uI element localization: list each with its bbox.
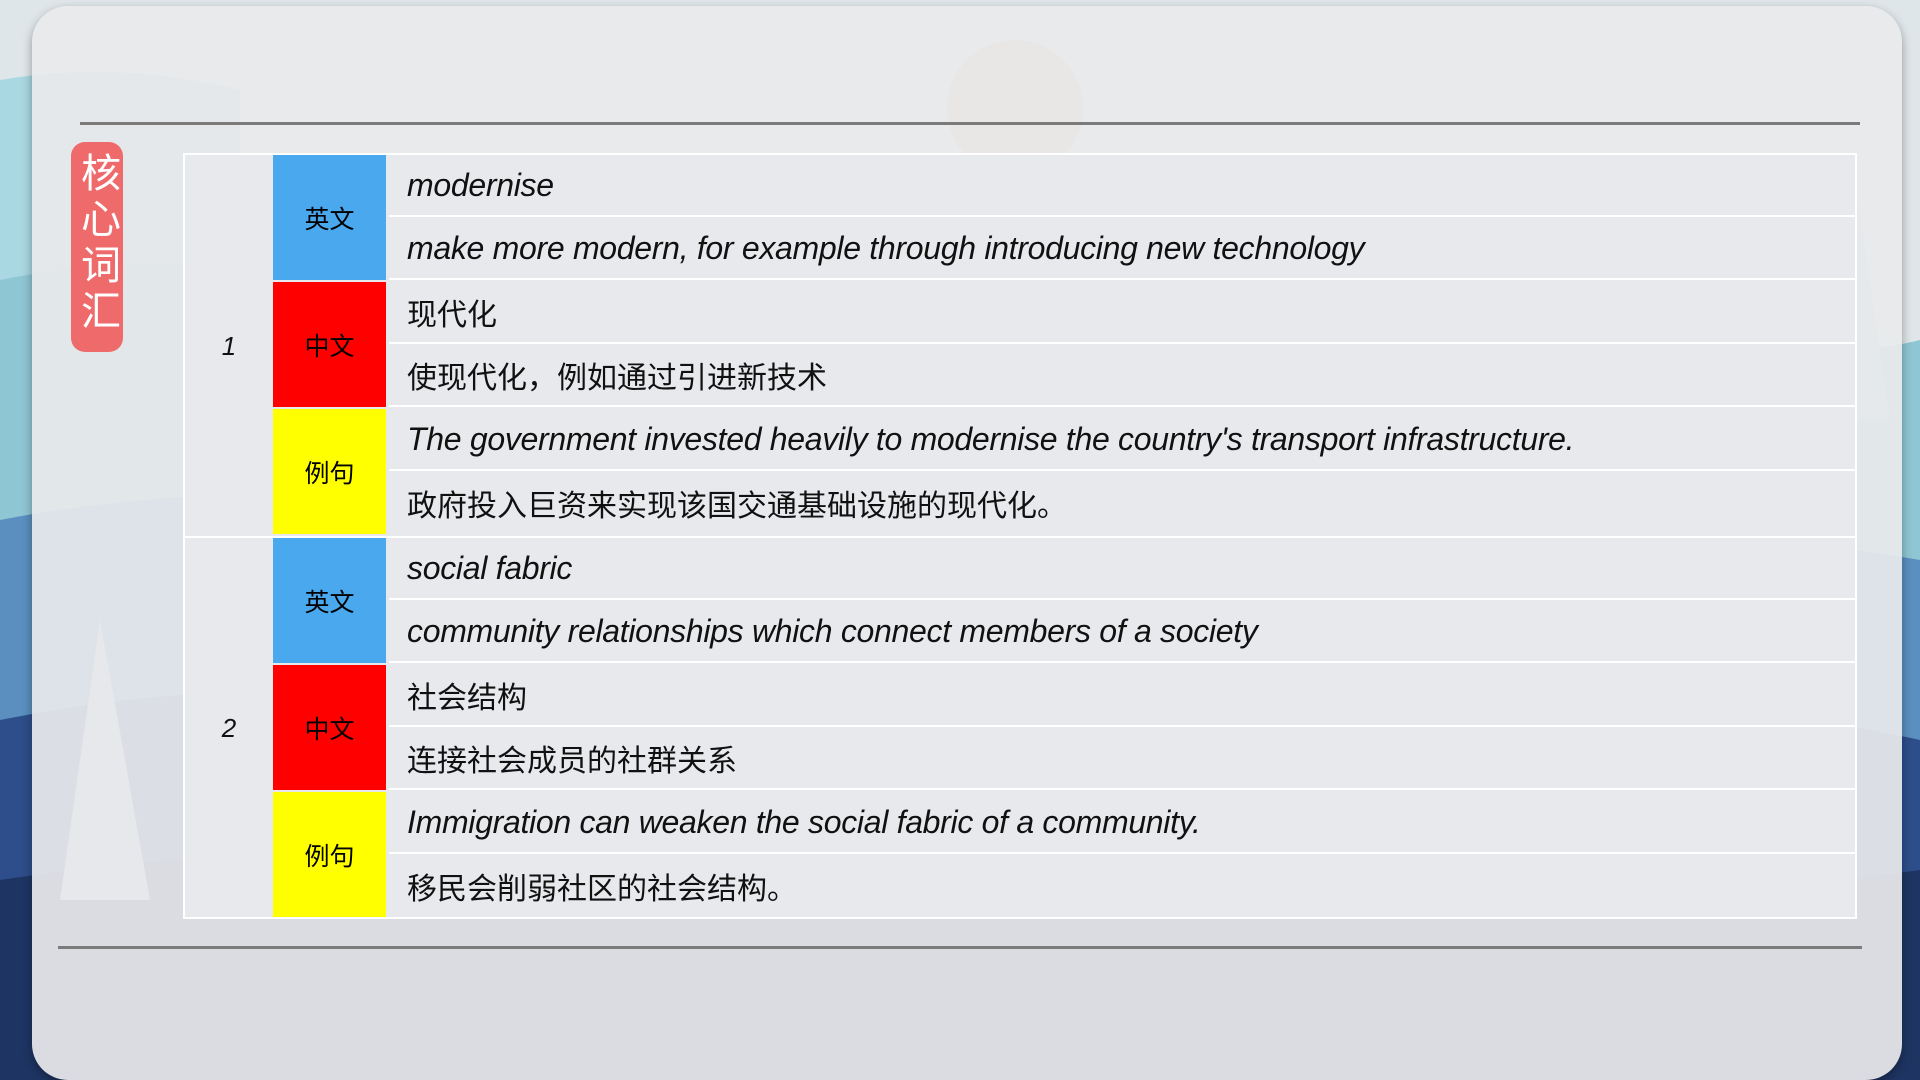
chinese-tag: 中文	[273, 282, 386, 407]
vocabulary-table: 1 英文 中文 例句 modernise make more modern, f…	[183, 153, 1857, 919]
vocab-entry-1: 1 英文 中文 例句 modernise make more modern, f…	[185, 155, 1855, 537]
vocab-entry-2: 2 英文 中文 例句 social fabric community relat…	[185, 538, 1855, 919]
example-tag: 例句	[273, 409, 386, 534]
english-tag: 英文	[273, 155, 386, 280]
core-vocabulary-text: 核心词汇	[74, 152, 120, 336]
entry-number: 1	[221, 330, 237, 361]
entry-number: 2	[221, 713, 237, 743]
chinese-word: 现代化	[389, 282, 1855, 344]
example-sentence: Immigration can weaken the social fabric…	[389, 792, 1855, 854]
english-definition: make more modern, for example through in…	[389, 218, 1855, 280]
chinese-tag: 中文	[273, 665, 386, 790]
example-sentence: The government invested heavily to moder…	[389, 409, 1855, 471]
top-divider	[80, 122, 1860, 125]
english-tag: 英文	[273, 538, 386, 663]
core-vocabulary-label: 核心词汇	[71, 142, 123, 352]
english-word: social fabric	[389, 538, 1855, 600]
example-translation: 政府投入巨资来实现该国交通基础设施的现代化。	[407, 489, 1067, 524]
english-word: modernise	[389, 155, 1855, 217]
chinese-word: 社会结构	[389, 665, 1855, 727]
bottom-divider	[58, 946, 1862, 949]
english-definition: community relationships which connect me…	[389, 601, 1855, 663]
example-translation: 移民会削弱社区的社会结构。	[407, 872, 797, 907]
chinese-definition: 连接社会成员的社群关系	[389, 728, 1855, 790]
example-tag: 例句	[273, 792, 386, 917]
chinese-definition: 使现代化，例如通过引进新技术	[389, 345, 1855, 407]
